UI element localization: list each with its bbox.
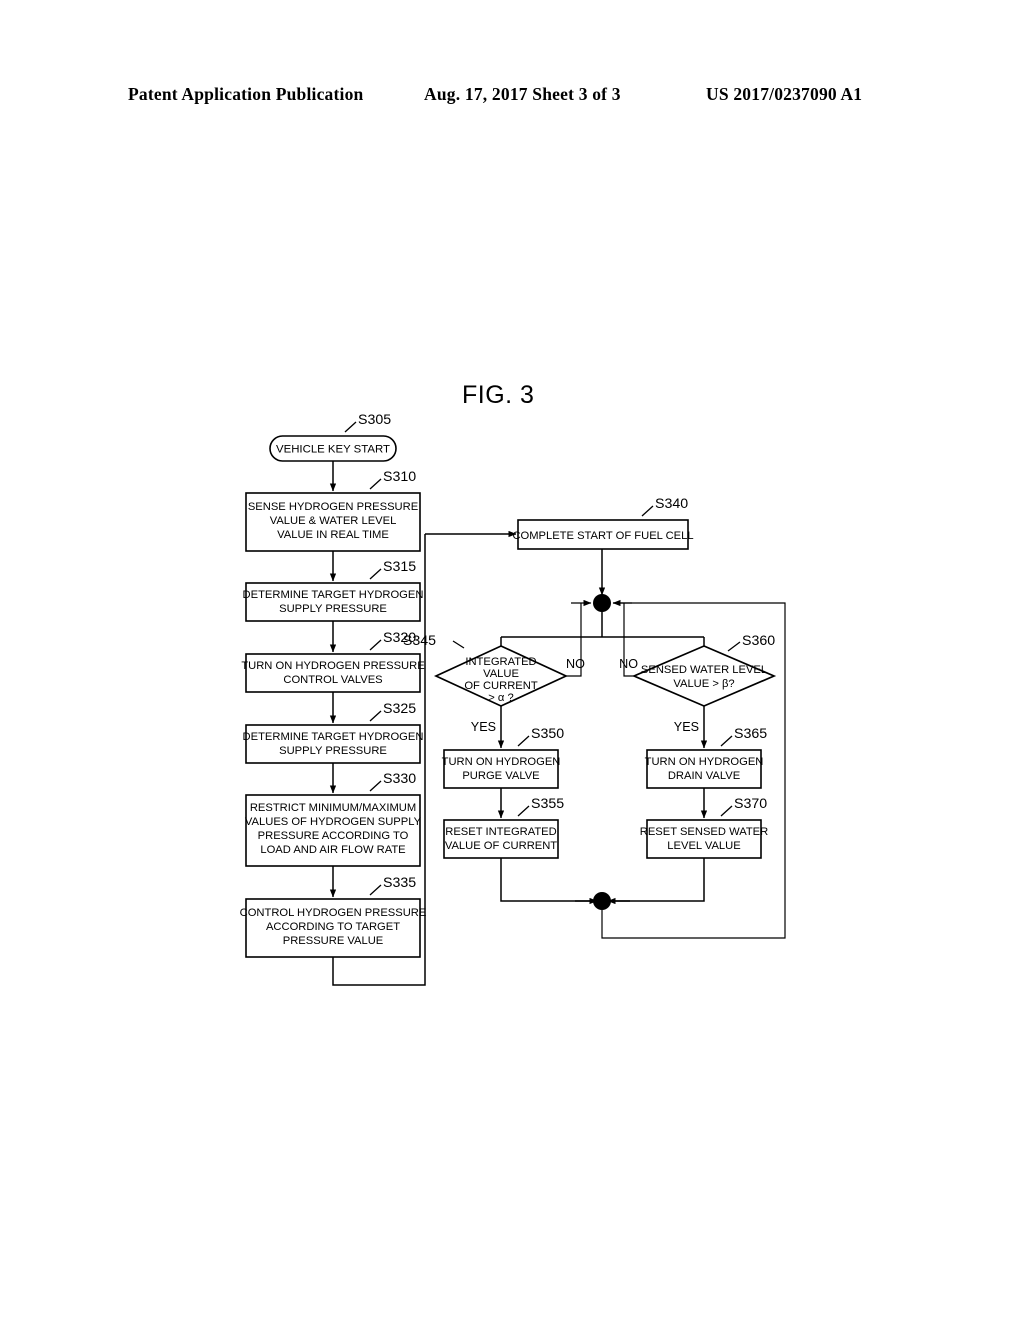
step-id-s350: S350	[531, 726, 564, 742]
junction-node-bottom	[593, 892, 611, 910]
process-box-s330: RESTRICT MINIMUM/MAXIMUM VALUES OF HYDRO…	[245, 794, 422, 867]
leader-s310	[369, 478, 382, 490]
process-box-s350-line-1: TURN ON HYDROGEN	[442, 756, 561, 768]
step-id-s370: S370	[734, 796, 767, 812]
process-box-s325-line-2: SUPPLY PRESSURE	[279, 745, 387, 757]
process-box-s330-line-1: RESTRICT MINIMUM/MAXIMUM	[250, 802, 416, 814]
connector-s370-bottom-junction	[611, 858, 705, 902]
step-id-s330: S330	[383, 771, 416, 787]
decision-s345-line-4: > α ?	[488, 692, 513, 704]
process-box-s330-line-2: VALUES OF HYDROGEN SUPPLY	[245, 816, 422, 828]
step-id-s335: S335	[383, 875, 416, 891]
decision-s345-line-2: VALUE	[483, 668, 519, 680]
step-id-s305: S305	[358, 412, 391, 428]
process-box-s315-line-1: DETERMINE TARGET HYDROGEN	[243, 589, 424, 601]
process-box-s365: TURN ON HYDROGEN DRAIN VALVE	[645, 749, 764, 789]
process-box-s320: TURN ON HYDROGEN PRESSURE CONTROL VALVES	[241, 653, 425, 693]
process-box-s350-line-2: PURGE VALVE	[462, 770, 539, 782]
junction-node-top	[593, 594, 611, 612]
leader-s330	[369, 780, 382, 792]
process-box-s340: COMPLETE START OF FUEL CELL	[512, 519, 694, 550]
process-box-s310-line-1: SENSE HYDROGEN PRESSURE	[248, 501, 418, 513]
terminator-s305-label: VEHICLE KEY START	[276, 444, 390, 456]
process-box-s370-line-1: RESET SENSED WATER	[640, 826, 768, 838]
process-box-s335-line-3: PRESSURE VALUE	[283, 935, 384, 947]
leader-s340	[641, 505, 654, 517]
leader-s370	[720, 805, 733, 817]
step-id-s345: S345	[403, 633, 436, 649]
leader-s345	[452, 640, 465, 649]
process-box-s310-line-3: VALUE IN REAL TIME	[277, 529, 389, 541]
leader-s350	[517, 735, 530, 747]
process-box-s365-line-1: TURN ON HYDROGEN	[645, 756, 764, 768]
process-box-s355: RESET INTEGRATED VALUE OF CURRENT	[443, 819, 559, 859]
process-box-s325: DETERMINE TARGET HYDROGEN SUPPLY PRESSUR…	[243, 724, 424, 764]
leader-s360	[727, 641, 741, 652]
process-box-s365-line-2: DRAIN VALVE	[668, 770, 740, 782]
process-box-s315-line-2: SUPPLY PRESSURE	[279, 603, 387, 615]
leader-s305	[344, 421, 357, 433]
process-box-s320-line-2: CONTROL VALVES	[283, 674, 382, 686]
decision-diamond-s345: INTEGRATED VALUE OF CURRENT > α ?	[433, 645, 569, 707]
leader-s315	[369, 568, 382, 580]
process-box-s320-line-1: TURN ON HYDROGEN PRESSURE	[241, 660, 424, 672]
decision-s360-line-1: SENSED WATER LEVEL	[641, 664, 767, 676]
connector-s355-bottom-junction	[500, 858, 594, 902]
leader-s335	[369, 884, 382, 896]
branch-label-s360-no: NO	[619, 657, 638, 671]
process-box-s370: RESET SENSED WATER LEVEL VALUE	[640, 819, 768, 859]
leader-s365	[720, 735, 733, 747]
step-id-s355: S355	[531, 796, 564, 812]
process-box-s355-line-2: VALUE OF CURRENT	[445, 840, 557, 852]
step-id-s340: S340	[655, 496, 688, 512]
process-box-s315: DETERMINE TARGET HYDROGEN SUPPLY PRESSUR…	[243, 582, 424, 622]
step-id-s315: S315	[383, 559, 416, 575]
decision-s345-line-1: INTEGRATED	[465, 656, 536, 668]
step-id-s365: S365	[734, 726, 767, 742]
process-box-s310-line-2: VALUE & WATER LEVEL	[270, 515, 397, 527]
decision-s360-line-2: VALUE > β?	[673, 678, 734, 690]
leader-s355	[517, 805, 530, 817]
process-box-s335: CONTROL HYDROGEN PRESSURE ACCORDING TO T…	[240, 898, 427, 958]
process-box-s330-line-3: PRESSURE ACCORDING TO	[258, 830, 409, 842]
decision-diamond-s360: SENSED WATER LEVEL VALUE > β?	[631, 645, 777, 707]
process-box-s370-line-2: LEVEL VALUE	[667, 840, 740, 852]
leader-s320	[369, 639, 382, 651]
branch-label-s345-yes: YES	[471, 720, 496, 734]
process-box-s350: TURN ON HYDROGEN PURGE VALVE	[442, 749, 561, 789]
terminator-s305: VEHICLE KEY START	[269, 435, 397, 462]
branch-label-s345-no: NO	[566, 657, 585, 671]
step-id-s325: S325	[383, 701, 416, 717]
decision-diamond-s360-shape	[631, 645, 777, 707]
decision-s345-line-3: OF CURRENT	[464, 680, 538, 692]
process-box-s355-line-1: RESET INTEGRATED	[445, 826, 556, 838]
process-box-s325-line-1: DETERMINE TARGET HYDROGEN	[243, 731, 424, 743]
step-id-s360: S360	[742, 633, 775, 649]
process-box-s330-line-4: LOAD AND AIR FLOW RATE	[260, 844, 405, 856]
process-box-s310: SENSE HYDROGEN PRESSURE VALUE & WATER LE…	[245, 492, 421, 552]
step-id-s310: S310	[383, 469, 416, 485]
process-box-s335-line-2: ACCORDING TO TARGET	[266, 921, 400, 933]
branch-label-s360-yes: YES	[674, 720, 699, 734]
patent-page: Patent Application Publication Aug. 17, …	[0, 0, 1024, 1320]
process-box-s340-line-1: COMPLETE START OF FUEL CELL	[512, 530, 693, 542]
flowchart-diagram: VEHICLE KEY START S305 SENSE HYDROGEN PR…	[240, 412, 786, 986]
leader-s325	[369, 710, 382, 722]
process-box-s335-line-1: CONTROL HYDROGEN PRESSURE	[240, 907, 427, 919]
